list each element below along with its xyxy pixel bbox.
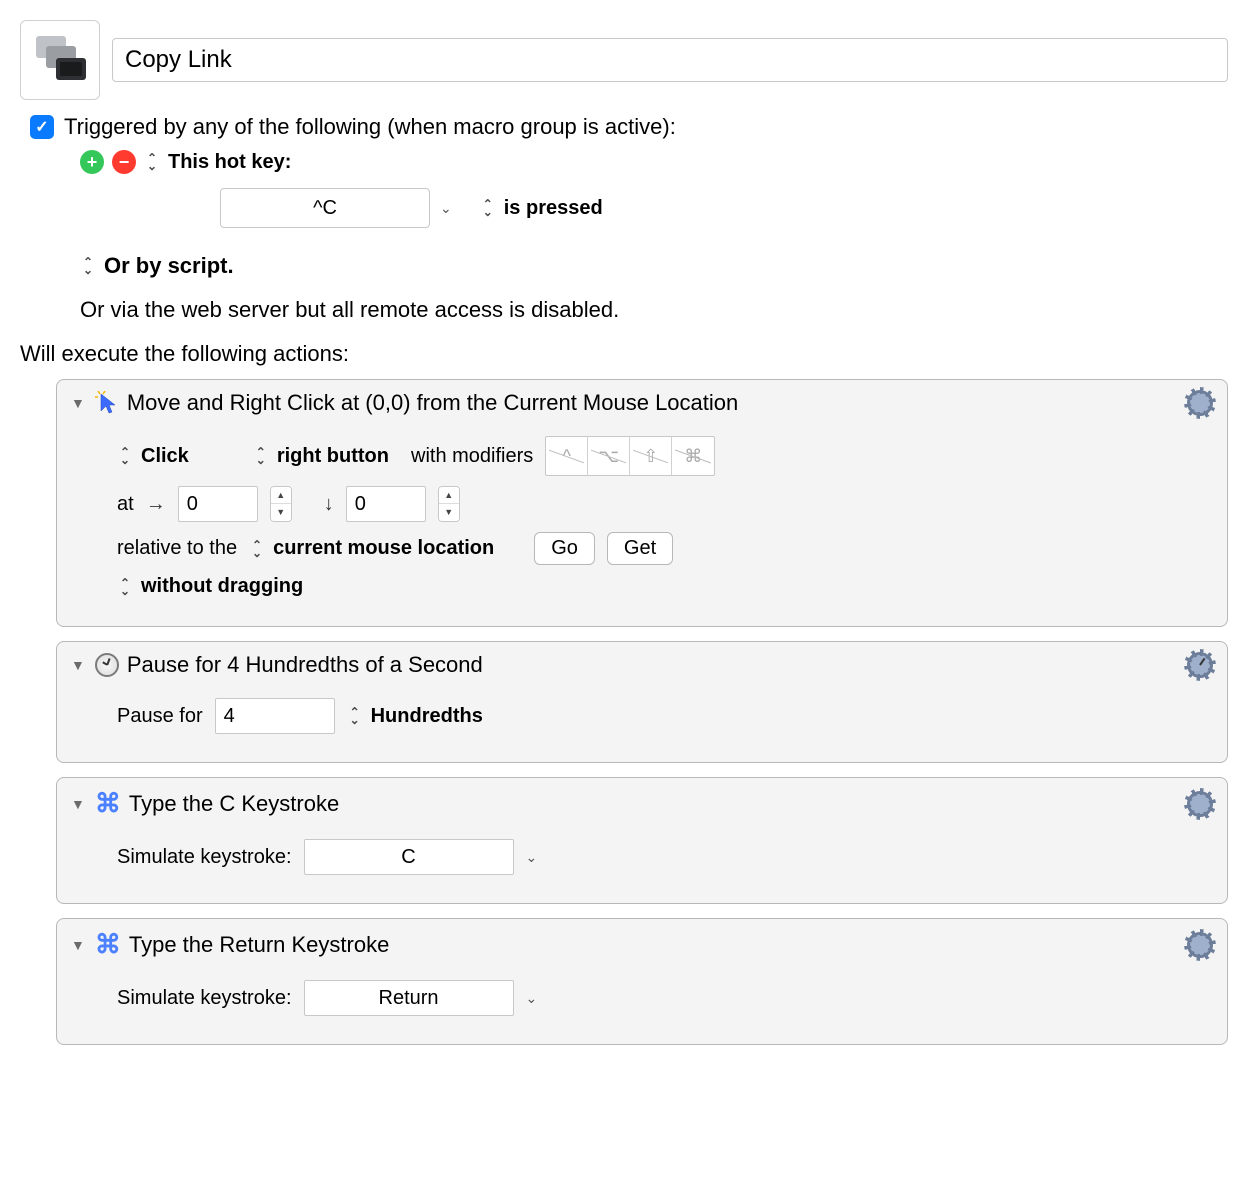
macro-icon[interactable] — [20, 20, 100, 100]
simulate-keystroke-label: Simulate keystroke: — [117, 987, 292, 1010]
drag-popup[interactable]: without dragging — [117, 575, 303, 598]
webserver-note: Or via the web server but all remote acc… — [80, 297, 1228, 323]
keystroke-input[interactable] — [304, 839, 514, 875]
modifiers-selector[interactable]: ^ ⌥ ⇧ ⌘ — [545, 436, 715, 476]
gear-icon[interactable] — [1187, 390, 1213, 416]
hotkey-field[interactable] — [220, 188, 430, 228]
pause-for-label: Pause for — [117, 705, 203, 728]
modifier-shift[interactable]: ⇧ — [630, 437, 672, 475]
get-button[interactable]: Get — [607, 532, 673, 565]
sort-icon — [249, 541, 265, 557]
disclosure-icon[interactable]: ▼ — [71, 657, 85, 673]
sort-icon — [117, 448, 133, 464]
x-stepper[interactable]: ▲ ▼ — [270, 486, 292, 522]
at-label: at — [117, 493, 134, 516]
pause-duration-input[interactable] — [215, 698, 335, 734]
command-icon: ⌘ — [95, 788, 121, 819]
clock-icon — [95, 653, 119, 677]
keystroke-dropdown-icon[interactable]: ⌄ — [526, 990, 538, 1007]
sort-icon — [144, 154, 160, 170]
action-type-c[interactable]: ▼ ⌘ Type the C Keystroke Simulate keystr… — [56, 777, 1228, 904]
script-trigger-popup[interactable]: Or by script. — [80, 253, 234, 279]
keystroke-dropdown-icon[interactable]: ⌄ — [526, 849, 538, 866]
keystroke-input[interactable] — [304, 980, 514, 1016]
y-stepper[interactable]: ▲ ▼ — [438, 486, 460, 522]
action-pause[interactable]: ▼ Pause for 4 Hundredths of a Second Pau… — [56, 641, 1228, 763]
click-kind-popup[interactable]: Click — [117, 445, 189, 468]
x-arrow-icon: → — [146, 493, 166, 516]
x-offset-input[interactable] — [178, 486, 258, 522]
action-move-right-click[interactable]: ▼ Move and Right Click at (0,0) from the… — [56, 379, 1228, 627]
disclosure-icon[interactable]: ▼ — [71, 796, 85, 812]
macro-name-input[interactable] — [112, 38, 1228, 82]
sort-icon — [253, 448, 269, 464]
hotkey-dropdown-icon[interactable]: ⌄ — [440, 200, 452, 217]
simulate-keystroke-label: Simulate keystroke: — [117, 846, 292, 869]
action-title: Pause for 4 Hundredths of a Second — [127, 652, 1187, 678]
y-step-up[interactable]: ▲ — [439, 487, 459, 504]
gear-icon[interactable] — [1187, 932, 1213, 958]
y-step-down[interactable]: ▼ — [439, 504, 459, 521]
relative-to-label: relative to the — [117, 537, 237, 560]
disclosure-icon[interactable]: ▼ — [71, 937, 85, 953]
with-modifiers-label: with modifiers — [411, 445, 533, 468]
pause-unit-popup[interactable]: Hundredths — [347, 705, 483, 728]
y-arrow-icon: ↓ — [324, 493, 334, 516]
cursor-click-icon — [95, 391, 119, 415]
action-title: Move and Right Click at (0,0) from the C… — [127, 390, 1187, 416]
y-offset-input[interactable] — [346, 486, 426, 522]
relative-to-popup[interactable]: current mouse location — [249, 537, 494, 560]
hotkey-action-popup[interactable]: is pressed — [480, 197, 603, 220]
command-icon: ⌘ — [95, 929, 121, 960]
sort-icon — [117, 579, 133, 595]
x-step-down[interactable]: ▼ — [271, 504, 291, 521]
action-title: Type the C Keystroke — [129, 791, 1187, 817]
sort-icon — [80, 258, 96, 274]
modifier-command[interactable]: ⌘ — [672, 437, 714, 475]
disclosure-icon[interactable]: ▼ — [71, 395, 85, 411]
sort-icon — [347, 708, 363, 724]
sort-icon — [480, 200, 496, 216]
add-trigger-button[interactable]: + — [80, 150, 104, 174]
gear-icon[interactable] — [1187, 791, 1213, 817]
mouse-button-popup[interactable]: right button — [253, 445, 389, 468]
will-execute-label: Will execute the following actions: — [20, 341, 1228, 367]
gear-icon[interactable] — [1187, 652, 1213, 678]
modifier-control[interactable]: ^ — [546, 437, 588, 475]
modifier-option[interactable]: ⌥ — [588, 437, 630, 475]
trigger-type-popup[interactable]: This hot key: — [144, 151, 291, 174]
go-button[interactable]: Go — [534, 532, 595, 565]
triggered-by-label: Triggered by any of the following (when … — [64, 114, 676, 140]
action-type-return[interactable]: ▼ ⌘ Type the Return Keystroke Simulate k… — [56, 918, 1228, 1045]
action-title: Type the Return Keystroke — [129, 932, 1187, 958]
remove-trigger-button[interactable]: − — [112, 150, 136, 174]
x-step-up[interactable]: ▲ — [271, 487, 291, 504]
enabled-checkbox[interactable] — [30, 115, 54, 139]
